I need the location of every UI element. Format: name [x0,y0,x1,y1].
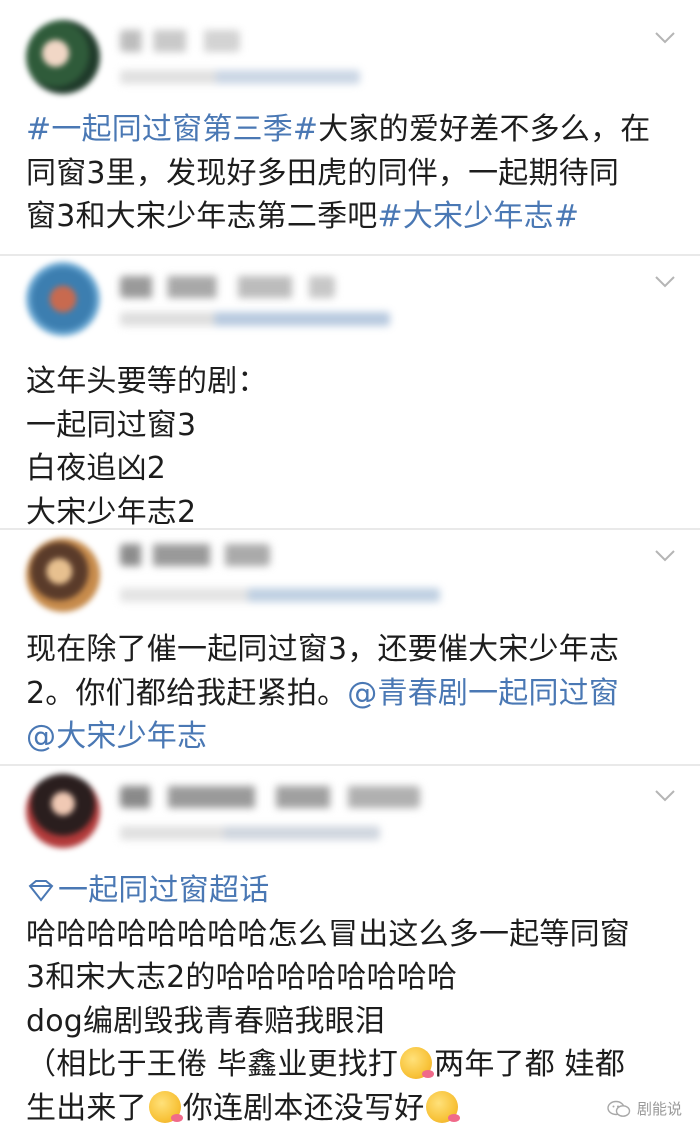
yum-face-icon [426,1090,461,1123]
text-segment: 同窗3里，发现好多田虎的同伴，一起期待同 [26,155,620,191]
text-segment: 现在除了催一起同过窗3，还要催大宋少年志 [26,632,620,667]
username[interactable] [120,786,420,808]
text-line: 一起同过窗3 [26,404,676,448]
text-segment: 白夜追凶2 [26,451,167,486]
avatar[interactable] [26,20,100,94]
text-segment: 这年头要等的剧： [26,364,268,399]
text-line: 窗3和大宋少年志第二季吧#大宋少年志# [26,195,676,239]
watermark: 剧能说 [607,1098,682,1119]
text-line: （相比于王倦 毕鑫业更找打 两年了都 娃都 [26,1043,676,1087]
yum-face-icon [400,1047,435,1079]
post-text: 一起同过窗超话哈哈哈哈哈哈哈哈怎么冒出这么多一起等同窗 3和宋大志2的哈哈哈哈哈哈… [26,869,676,1130]
diamond-icon [28,880,54,902]
username[interactable] [120,544,270,566]
text-segment: 2。你们都给我赶紧拍。 [26,675,348,711]
avatar[interactable] [26,774,100,848]
text-line: @大宋少年志 [26,715,676,759]
text-segment: 大宋少年志2 [26,494,197,530]
post-text: #一起同过窗第三季#大家的爱好差不多么，在 同窗3里，发现好多田虎的同伴，一起期待… [26,108,676,239]
text-segment: 生出来了 [26,1090,147,1126]
post-text: 现在除了催一起同过窗3，还要催大宋少年志 2。你们都给我赶紧拍。@青春剧一起同过窗… [26,628,676,759]
text-line: 同窗3里，发现好多田虎的同伴，一起期待同 [26,152,676,196]
text-segment: 一起同过窗3 [26,407,197,443]
post-3[interactable]: 现在除了催一起同过窗3，还要催大宋少年志 2。你们都给我赶紧拍。@青春剧一起同过窗… [0,530,700,766]
chevron-down-icon[interactable] [652,268,678,294]
link-text[interactable]: #一起同过窗第三季# [26,112,318,147]
post-meta [120,312,390,326]
wechat-icon [607,1100,631,1117]
username[interactable] [120,30,240,52]
text-line: 现在除了催一起同过窗3，还要催大宋少年志 [26,628,676,672]
text-line: dog编剧毁我青春赔我眼泪 [26,1000,676,1044]
text-segment: 窗3和大宋少年志第二季吧 [26,199,378,234]
text-line: 生出来了 你连剧本还没写好 [26,1087,676,1131]
topic-label[interactable]: 一起同过窗超话 [58,873,269,908]
text-segment: 两年了都 娃都 [434,1047,626,1082]
chevron-down-icon[interactable] [652,782,678,808]
text-line: #一起同过窗第三季#大家的爱好差不多么，在 [26,108,676,152]
link-text[interactable]: @青春剧一起同过窗 [347,676,619,711]
chevron-down-icon[interactable] [652,24,678,50]
watermark-label: 剧能说 [636,1100,682,1118]
post-meta [120,826,380,840]
text-segment: 你连剧本还没写好 [182,1090,425,1126]
chevron-down-icon[interactable] [652,542,678,568]
text-segment: 哈哈哈哈哈哈哈哈怎么冒出这么多一起等同窗 [26,916,630,952]
text-line: 白夜追凶2 [26,447,676,491]
text-line: 3和宋大志2的哈哈哈哈哈哈哈哈 [26,956,676,1000]
post-meta [120,588,440,602]
post-2[interactable]: 这年头要等的剧： 一起同过窗3 白夜追凶2 大宋少年志2 [0,256,700,530]
text-line: 这年头要等的剧： [26,360,676,404]
post-1[interactable]: #一起同过窗第三季#大家的爱好差不多么，在 同窗3里，发现好多田虎的同伴，一起期待… [0,0,700,258]
avatar[interactable] [26,262,100,336]
text-segment: 3和宋大志2的哈哈哈哈哈哈哈哈 [26,960,458,995]
text-segment: 大家的爱好差不多么，在 [318,112,651,147]
text-segment: （相比于王倦 毕鑫业更找打 [26,1047,399,1082]
link-text[interactable]: @大宋少年志 [26,719,207,754]
text-line: 哈哈哈哈哈哈哈哈怎么冒出这么多一起等同窗 [26,913,676,957]
post-4[interactable]: 一起同过窗超话哈哈哈哈哈哈哈哈怎么冒出这么多一起等同窗 3和宋大志2的哈哈哈哈哈哈… [0,766,700,1135]
topic-link[interactable]: 一起同过窗超话 [26,869,676,913]
text-line: 2。你们都给我赶紧拍。@青春剧一起同过窗 [26,672,676,716]
username[interactable] [120,276,335,298]
post-meta [120,70,360,84]
text-segment: dog编剧毁我青春赔我眼泪 [26,1003,386,1039]
weibo-feed: #一起同过窗第三季#大家的爱好差不多么，在 同窗3里，发现好多田虎的同伴，一起期待… [0,0,700,1135]
avatar[interactable] [26,538,100,612]
link-text[interactable]: #大宋少年志# [378,199,580,234]
yum-face-icon [148,1090,183,1123]
post-text: 这年头要等的剧： 一起同过窗3 白夜追凶2 大宋少年志2 [26,360,676,534]
